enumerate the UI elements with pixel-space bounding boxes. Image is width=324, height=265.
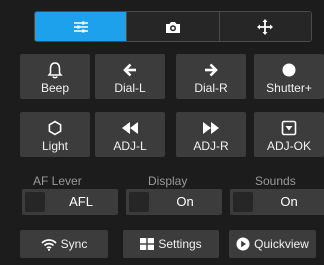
light-label: Light xyxy=(41,139,69,153)
arrow-right-icon xyxy=(203,59,219,81)
sliders-icon xyxy=(73,21,88,32)
display-checkbox xyxy=(129,192,149,212)
dial-right-label: Dial-R xyxy=(194,81,228,95)
sync-label: Sync xyxy=(60,237,88,251)
quickview-label: Quickview xyxy=(254,237,309,251)
adj-right-button[interactable]: ADJ-R xyxy=(176,112,246,157)
adj-ok-label: ADJ-OK xyxy=(266,139,311,153)
light-icon xyxy=(47,117,63,139)
settings-button[interactable]: Settings xyxy=(123,230,219,258)
sounds-checkbox xyxy=(233,192,253,212)
beep-label: Beep xyxy=(40,81,70,95)
dial-right-button[interactable]: Dial-R xyxy=(176,54,246,99)
tab-camera[interactable] xyxy=(126,12,219,41)
rewind-icon xyxy=(121,117,139,139)
tab-controls[interactable] xyxy=(35,12,127,41)
fast-forward-icon xyxy=(202,117,220,139)
display-value: On xyxy=(176,194,194,209)
sounds-toggle[interactable]: On xyxy=(230,189,324,215)
remote-control-panel: Beep Dial-L Dial-R Shutter+ Light ADJ-L … xyxy=(0,0,324,265)
mode-tab-bar xyxy=(34,11,312,42)
adj-left-button[interactable]: ADJ-L xyxy=(95,112,165,157)
circle-icon xyxy=(281,59,297,81)
sounds-label: Sounds xyxy=(255,174,296,188)
settings-label: Settings xyxy=(158,237,202,251)
select-box-icon xyxy=(281,117,297,139)
dial-left-label: Dial-L xyxy=(114,81,146,95)
display-label: Display xyxy=(148,174,188,188)
play-circle-icon xyxy=(236,237,250,251)
tab-move[interactable] xyxy=(218,12,311,41)
light-button[interactable]: Light xyxy=(20,112,90,157)
wifi-icon xyxy=(41,238,57,251)
shutter-label: Shutter+ xyxy=(266,81,312,95)
sync-button[interactable]: Sync xyxy=(20,230,108,258)
quickview-button[interactable]: Quickview xyxy=(229,230,316,258)
camera-icon xyxy=(165,21,180,33)
arrow-left-icon xyxy=(122,59,138,81)
adj-left-label: ADJ-L xyxy=(113,139,147,153)
adj-ok-button[interactable]: ADJ-OK xyxy=(254,112,324,157)
af-lever-value: AFL xyxy=(69,194,93,209)
bell-icon xyxy=(47,59,63,81)
beep-button[interactable]: Beep xyxy=(20,54,90,99)
shutter-button[interactable]: Shutter+ xyxy=(254,54,324,99)
af-lever-toggle[interactable]: AFL xyxy=(22,189,118,215)
af-lever-checkbox xyxy=(25,192,45,212)
move-icon xyxy=(257,18,274,35)
grid-icon xyxy=(140,238,155,250)
sounds-value: On xyxy=(280,194,298,209)
dial-left-button[interactable]: Dial-L xyxy=(95,54,165,99)
adj-right-label: ADJ-R xyxy=(193,139,229,153)
af-lever-label: AF Lever xyxy=(33,174,82,188)
display-toggle[interactable]: On xyxy=(126,189,222,215)
